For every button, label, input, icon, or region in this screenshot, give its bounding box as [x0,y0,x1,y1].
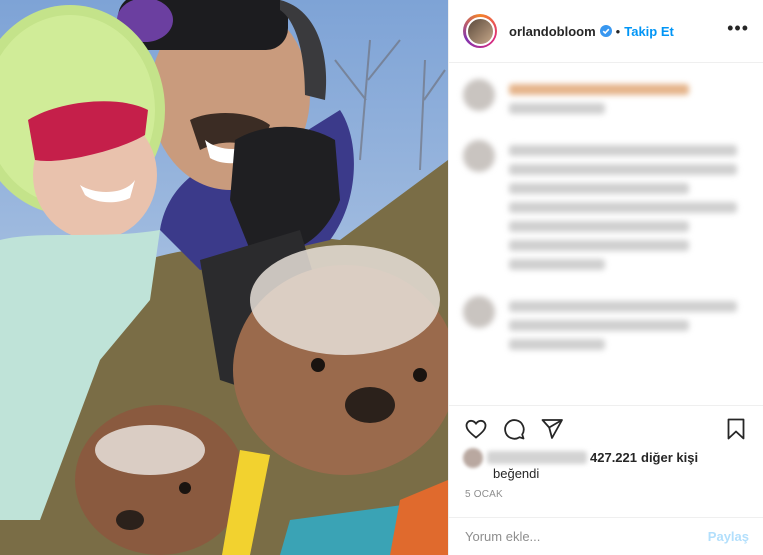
username-link[interactable]: orlandobloom [509,24,596,39]
post-sidebar: orlandobloom • Takip Et ••• 427.221 diğe… [448,0,763,555]
bookmark-icon [727,418,745,439]
share-button[interactable] [539,416,565,442]
post-date[interactable]: 5 OCAK [465,489,503,500]
liked-text: beğendi [493,466,540,481]
comment-meta-blurred [509,339,605,350]
comment-avatar [463,140,495,172]
comments-list[interactable] [449,63,763,405]
comment-text-blurred [509,84,689,95]
likes-summary[interactable]: 427.221 diğer kişi beğendi [463,447,749,481]
comment-input[interactable] [463,528,708,545]
story-ring[interactable] [463,14,497,48]
comment-text-blurred [509,164,737,175]
more-options-icon[interactable]: ••• [727,19,749,39]
comment-text-blurred [509,320,689,331]
avatar[interactable] [465,16,495,46]
heart-outline-icon [465,419,487,439]
comment-avatar [463,79,495,111]
add-comment-bar: Paylaş [449,517,763,555]
save-button[interactable] [723,416,749,442]
comment-item [463,79,749,122]
comment-text-blurred [509,240,689,251]
comment-avatar [463,296,495,328]
comment-bubble-icon [504,418,525,440]
verified-badge-icon [599,25,612,37]
comment-meta-blurred [509,259,605,270]
comment-item [463,296,749,358]
paper-plane-icon [541,418,563,439]
liked-by-username-blurred [487,451,587,464]
instagram-post: orlandobloom • Takip Et ••• 427.221 diğe… [0,0,763,555]
separator-dot: • [615,23,621,39]
post-comment-button[interactable]: Paylaş [708,529,749,544]
like-button[interactable] [463,416,489,442]
comment-button[interactable] [501,416,527,442]
selfie-image [0,0,448,555]
comment-text-blurred [509,202,737,213]
action-bar [449,405,763,451]
post-photo[interactable] [0,0,448,555]
comment-item [463,140,749,278]
likes-others-text[interactable]: diğer kişi [641,450,698,465]
liked-by-avatar [463,447,483,468]
comment-text-blurred [509,221,689,232]
comment-text-blurred [509,145,737,156]
comment-meta-blurred [509,103,605,114]
comment-text-blurred [509,183,689,194]
likes-count[interactable]: 427.221 [590,450,637,465]
follow-button[interactable]: Takip Et [624,24,674,39]
post-header: orlandobloom • Takip Et ••• [449,0,763,63]
comment-text-blurred [509,301,737,312]
